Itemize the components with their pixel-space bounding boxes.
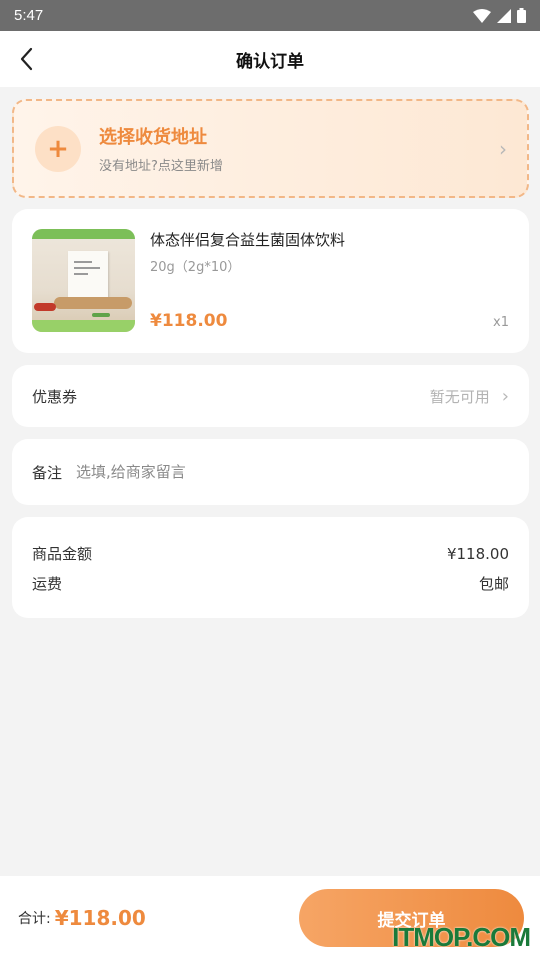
status-icons bbox=[473, 8, 526, 23]
product-name: 体态伴侣复合益生菌固体饮料 bbox=[150, 231, 346, 249]
product-spec: 20g（2g*10） bbox=[150, 260, 241, 275]
goods-amount-value: ¥118.00 bbox=[446, 545, 509, 563]
address-subtitle: 没有地址?点这里新增 bbox=[99, 159, 223, 174]
wifi-icon bbox=[473, 8, 491, 23]
nav-bar: 确认订单 bbox=[0, 31, 540, 87]
signal-icon bbox=[497, 8, 511, 23]
product-quantity: x1 bbox=[493, 315, 509, 330]
coupon-label: 优惠券 bbox=[32, 387, 78, 406]
address-title: 选择收货地址 bbox=[99, 127, 207, 148]
battery-icon bbox=[517, 8, 526, 23]
product-image[interactable] bbox=[32, 229, 135, 332]
total-value: ¥118.00 bbox=[54, 906, 146, 930]
goods-amount-label: 商品金额 bbox=[32, 545, 93, 563]
coupon-row[interactable]: 优惠券 暂无可用 › bbox=[12, 365, 529, 427]
product-price: ¥118.00 bbox=[150, 311, 228, 331]
status-time: 5:47 bbox=[14, 7, 44, 24]
address-text: 选择收货地址 没有地址?点这里新增 bbox=[99, 123, 499, 174]
product-card: 体态伴侣复合益生菌固体饮料 20g（2g*10） ¥118.00 x1 bbox=[12, 209, 529, 353]
watermark: ITMOP.COM bbox=[392, 922, 531, 952]
remark-row: 备注 bbox=[12, 439, 529, 505]
shipping-label: 运费 bbox=[32, 575, 63, 593]
chevron-right-icon: › bbox=[501, 385, 509, 407]
add-icon: + bbox=[35, 125, 81, 172]
status-bar: 5:47 bbox=[0, 0, 540, 31]
total-label: 合计: bbox=[18, 911, 51, 927]
remark-label: 备注 bbox=[32, 463, 63, 482]
address-selector[interactable]: + 选择收货地址 没有地址?点这里新增 › bbox=[12, 99, 529, 198]
chevron-right-icon: › bbox=[499, 136, 507, 161]
goods-amount-row: 商品金额 ¥118.00 bbox=[32, 539, 509, 569]
back-button[interactable] bbox=[12, 45, 40, 73]
price-summary: 商品金额 ¥118.00 运费 包邮 bbox=[12, 517, 529, 618]
remark-input[interactable] bbox=[76, 463, 509, 481]
shipping-row: 运费 包邮 bbox=[32, 569, 509, 599]
page-title: 确认订单 bbox=[236, 51, 304, 72]
coupon-value: 暂无可用 bbox=[429, 387, 490, 406]
back-arrow-icon bbox=[20, 47, 33, 71]
shipping-value: 包邮 bbox=[478, 575, 509, 593]
